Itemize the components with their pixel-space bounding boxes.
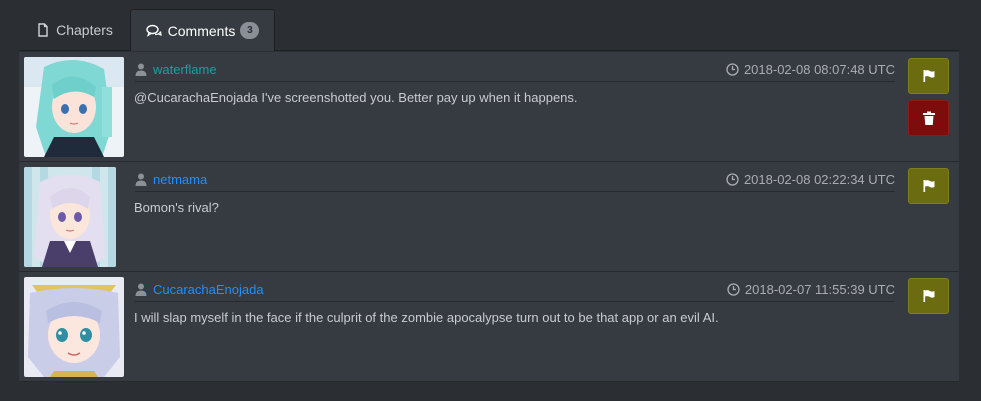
comment-item: netmama 2018-02-08 02:22:34 UTC Bomon's … [19, 162, 959, 272]
comment-header: waterflame 2018-02-08 08:07:48 UTC [135, 58, 895, 82]
user-icon [135, 63, 147, 76]
flag-icon [923, 180, 934, 192]
comment-item: waterflame 2018-02-08 08:07:48 UTC @Cuca… [19, 52, 959, 162]
comment-header: CucarachaEnojada 2018-02-07 11:55:39 UTC [135, 278, 895, 302]
clock-icon [726, 173, 739, 186]
flag-icon [923, 70, 934, 82]
username-link[interactable]: netmama [153, 172, 207, 187]
user-icon [135, 173, 147, 186]
flag-button[interactable] [908, 278, 949, 314]
tab-comments[interactable]: Comments 3 [130, 9, 275, 51]
document-icon [38, 23, 48, 37]
trash-icon [922, 111, 935, 125]
comment-list: waterflame 2018-02-08 08:07:48 UTC @Cuca… [19, 52, 959, 382]
flag-button[interactable] [908, 168, 949, 204]
comments-icon [145, 24, 162, 37]
flag-button[interactable] [908, 58, 949, 94]
username-link[interactable]: waterflame [153, 62, 217, 77]
tab-comments-label: Comments [167, 22, 236, 39]
comment-timestamp: 2018-02-08 02:22:34 UTC [726, 168, 895, 191]
tab-bar: Chapters Comments 3 [19, 9, 959, 51]
timestamp-text: 2018-02-07 11:55:39 UTC [744, 282, 895, 297]
user-icon [135, 283, 147, 296]
comment-timestamp: 2018-02-07 11:55:39 UTC [727, 278, 895, 301]
tab-chapters-label: Chapters [56, 22, 113, 38]
comment-body: Bomon's rival? [134, 200, 219, 215]
clock-icon [726, 63, 739, 76]
comment-item: CucarachaEnojada 2018-02-07 11:55:39 UTC… [19, 272, 959, 382]
clock-icon [727, 283, 740, 296]
flag-icon [923, 290, 934, 302]
comment-body: I will slap myself in the face if the cu… [134, 310, 719, 325]
timestamp-text: 2018-02-08 08:07:48 UTC [743, 62, 895, 77]
avatar[interactable] [24, 57, 124, 157]
comment-body: @CucarachaEnojada I've screenshotted you… [134, 90, 578, 105]
delete-button[interactable] [908, 100, 949, 136]
comment-count-badge: 3 [240, 22, 260, 39]
comment-timestamp: 2018-02-08 08:07:48 UTC [726, 58, 895, 81]
avatar[interactable] [24, 167, 116, 267]
tab-chapters[interactable]: Chapters [19, 9, 130, 51]
timestamp-text: 2018-02-08 02:22:34 UTC [743, 172, 895, 187]
comment-header: netmama 2018-02-08 02:22:34 UTC [135, 168, 895, 192]
avatar[interactable] [24, 277, 124, 377]
username-link[interactable]: CucarachaEnojada [153, 282, 264, 297]
